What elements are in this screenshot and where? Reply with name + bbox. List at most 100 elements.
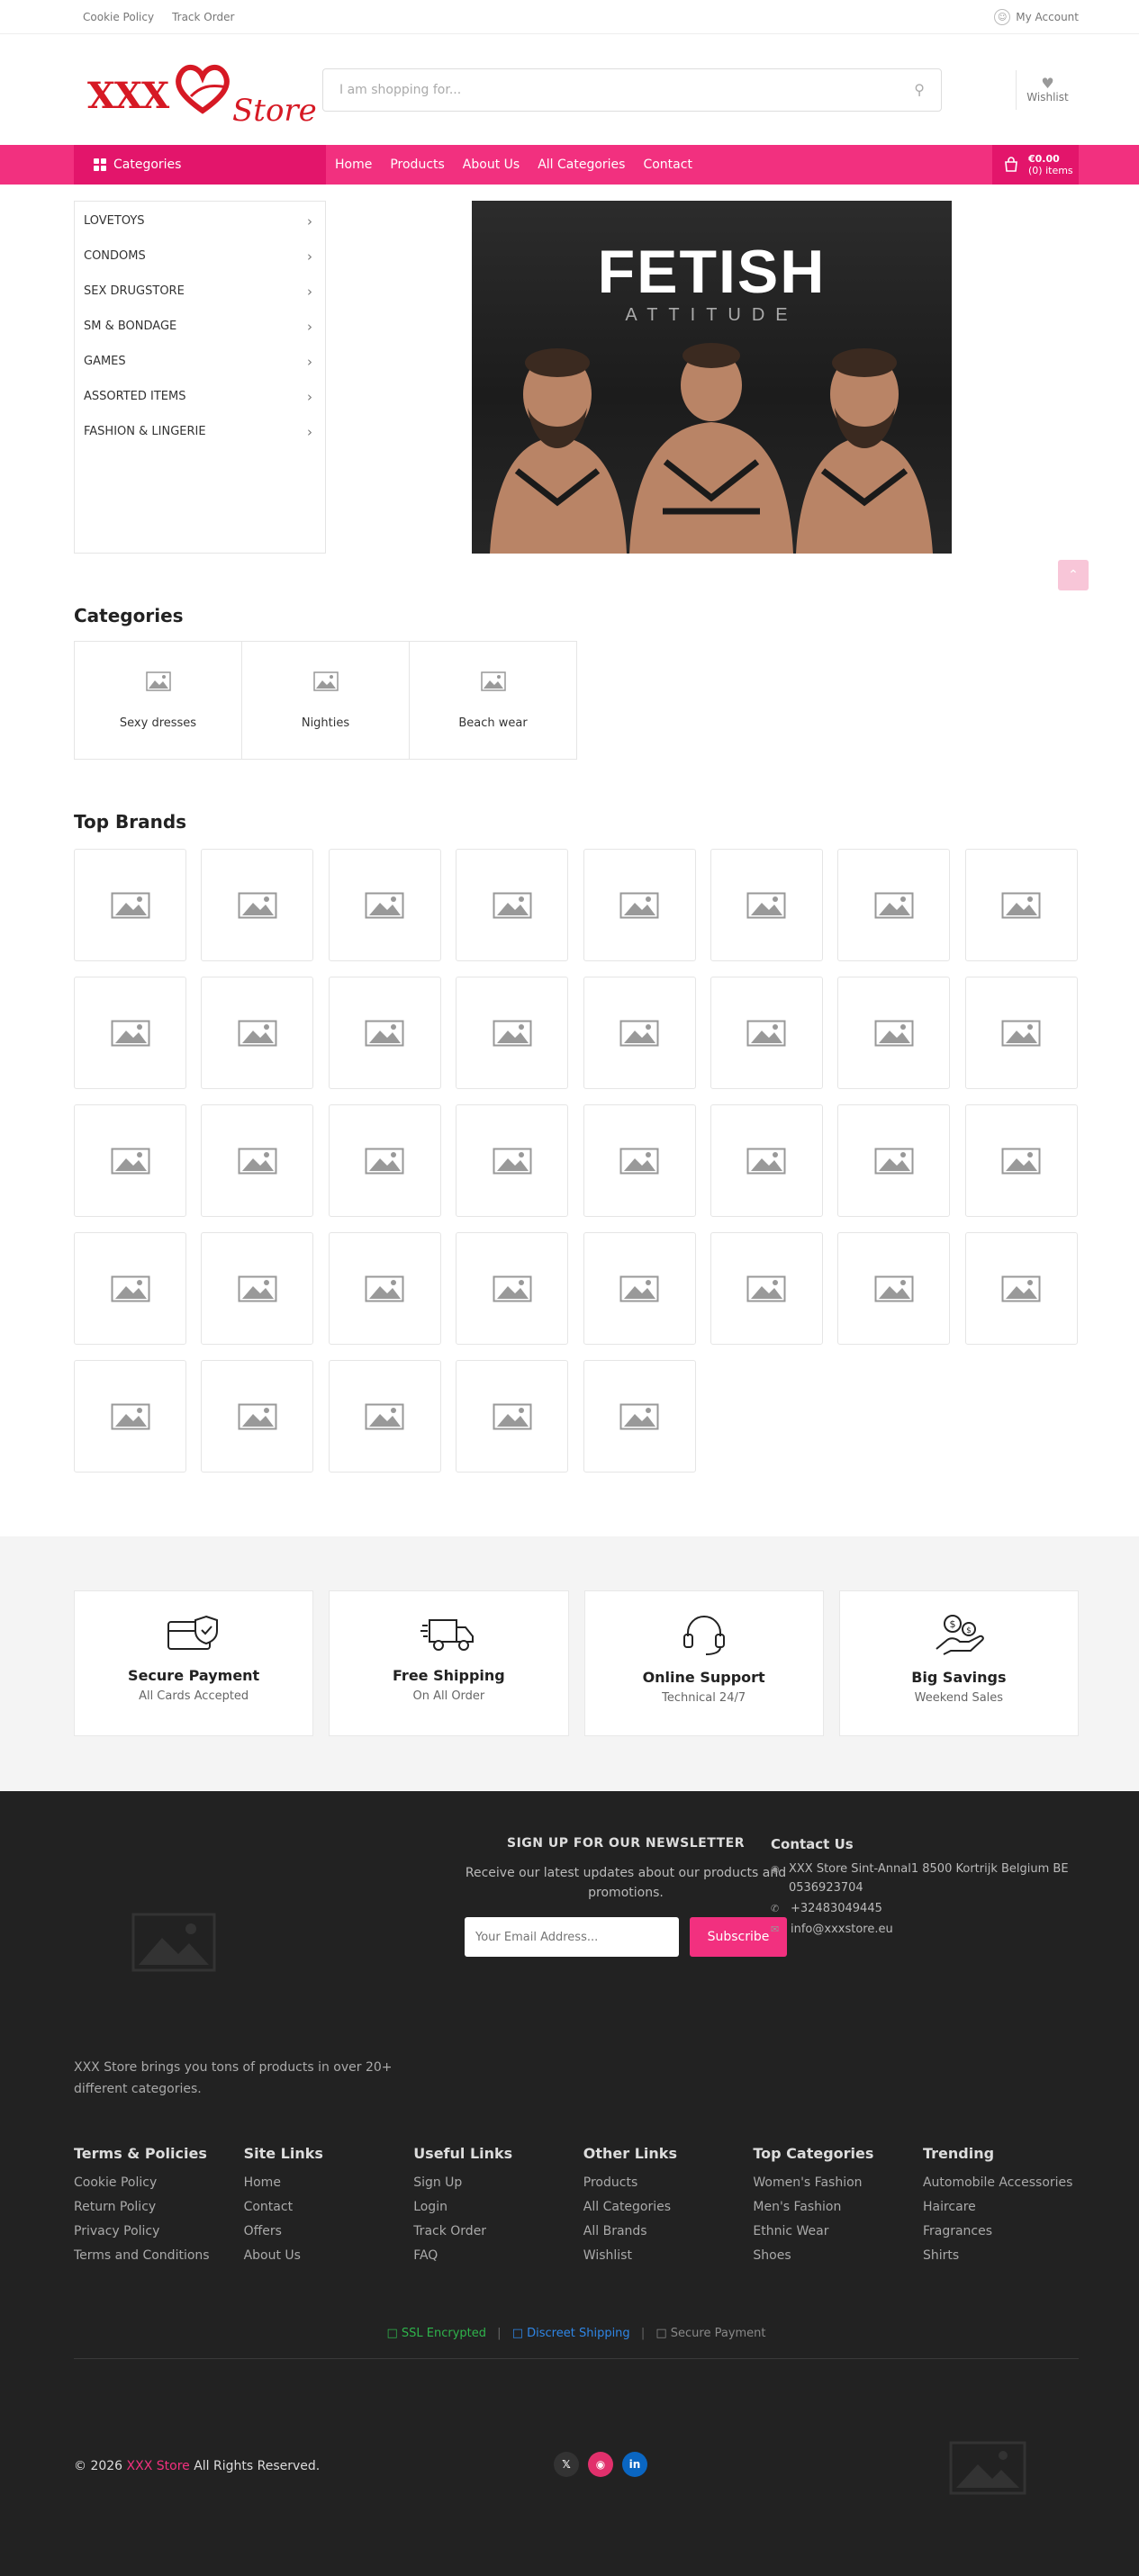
brand-card[interactable] [837, 849, 951, 961]
brand-card[interactable] [74, 1360, 186, 1473]
footer-link[interactable]: Contact [244, 2195, 414, 2220]
contact-phone[interactable]: +32483049445 [791, 1899, 882, 1918]
footer-link[interactable]: Women's Fashion [753, 2171, 923, 2195]
brand-card[interactable] [328, 1360, 441, 1473]
nav-link-about-us[interactable]: About Us [463, 158, 520, 172]
footer-link[interactable]: Privacy Policy [74, 2220, 244, 2244]
sidebar-item-sm-bondage[interactable]: SM & BONDAGE › [75, 309, 325, 344]
sidebar-item-lovetoys[interactable]: LOVETOYS › [75, 203, 325, 239]
footer-link[interactable]: Men's Fashion [753, 2195, 923, 2220]
brand-card[interactable] [964, 849, 1078, 961]
brand-card[interactable] [328, 1232, 441, 1345]
newsletter-email-input[interactable] [465, 1917, 679, 1957]
brand-card[interactable] [964, 1232, 1078, 1345]
footer-link[interactable]: Return Policy [74, 2195, 244, 2220]
footer-link[interactable]: Wishlist [583, 2244, 754, 2268]
brand-card[interactable] [583, 1232, 696, 1345]
brand-card[interactable] [328, 849, 441, 961]
footer-link[interactable]: All Brands [583, 2220, 754, 2244]
footer-link[interactable]: Automobile Accessories [923, 2171, 1093, 2195]
footer-link[interactable]: Ethnic Wear [753, 2220, 923, 2244]
header: XXX Store ⚲ ♥ Wishlist [0, 34, 1139, 145]
wishlist-button[interactable]: ♥ Wishlist [1016, 69, 1079, 110]
brand-card[interactable] [837, 1104, 951, 1217]
x-twitter-icon[interactable]: 𝕏 [554, 2452, 579, 2477]
footer-link[interactable]: About Us [244, 2244, 414, 2268]
footer-link[interactable]: Haircare [923, 2195, 1093, 2220]
brand-card[interactable] [74, 849, 186, 961]
search-icon[interactable]: ⚲ [914, 81, 925, 98]
site-logo[interactable]: XXX Store [74, 41, 317, 140]
sidebar-item-condoms[interactable]: CONDOMS › [75, 239, 325, 274]
brand-card[interactable] [710, 1232, 823, 1345]
brand-card[interactable] [201, 977, 314, 1089]
brand-card[interactable] [201, 1232, 314, 1345]
brand-card[interactable] [201, 1360, 314, 1473]
nav-link-all-categories[interactable]: All Categories [538, 158, 625, 172]
brand-card[interactable] [583, 1104, 696, 1217]
categories-menu-button[interactable]: Categories [74, 145, 326, 185]
linkedin-icon[interactable]: in [622, 2452, 647, 2477]
footer-link[interactable]: Track Order [413, 2220, 583, 2244]
footer-link[interactable]: All Categories [583, 2195, 754, 2220]
brand-card[interactable] [837, 1232, 951, 1345]
brand-card[interactable] [964, 1104, 1078, 1217]
nav-link-contact[interactable]: Contact [643, 158, 692, 172]
contact-email[interactable]: info@xxxstore.eu [791, 1920, 893, 1939]
sidebar-item-games[interactable]: GAMES › [75, 344, 325, 379]
brand-card[interactable] [74, 1232, 186, 1345]
footer-link[interactable]: Terms and Conditions [74, 2244, 244, 2268]
brand-card[interactable] [710, 849, 823, 961]
brand-card[interactable] [201, 1104, 314, 1217]
scroll-to-top-button[interactable]: ⌃ [1058, 560, 1089, 590]
category-card-sexy-dresses[interactable]: Sexy dresses [74, 641, 242, 760]
feature-free-shipping: Free Shipping On All Order [329, 1590, 569, 1736]
brand-card[interactable] [964, 977, 1078, 1089]
brand-card[interactable] [456, 849, 569, 961]
brand-card[interactable] [328, 1104, 441, 1217]
cart-item-count: (0) items [1028, 165, 1073, 176]
brand-card[interactable] [74, 1104, 186, 1217]
cookie-policy-link[interactable]: Cookie Policy [83, 11, 154, 23]
footer-link[interactable]: Cookie Policy [74, 2171, 244, 2195]
brand-card[interactable] [837, 977, 951, 1089]
brand-card[interactable] [456, 977, 569, 1089]
footer-link[interactable]: FAQ [413, 2244, 583, 2268]
sidebar-item-assorted-items[interactable]: ASSORTED ITEMS › [75, 379, 325, 414]
footer-link[interactable]: Fragrances [923, 2220, 1093, 2244]
my-account-link[interactable]: ☺ My Account [994, 9, 1079, 25]
instagram-icon[interactable]: ◉ [588, 2452, 613, 2477]
sidebar-item-sex-drugstore[interactable]: SEX DRUGSTORE › [75, 274, 325, 309]
nav-link-home[interactable]: Home [335, 158, 372, 172]
sidebar-item-fashion-lingerie[interactable]: FASHION & LINGERIE › [75, 414, 325, 449]
nav-link-products[interactable]: Products [390, 158, 444, 172]
footer-link[interactable]: Offers [244, 2220, 414, 2244]
hero-banner[interactable]: FETISH ATTITUDE [472, 201, 952, 554]
newsletter-section: SIGN UP FOR OUR NEWSLETTER Receive our l… [428, 1836, 824, 1957]
footer-link[interactable]: Products [583, 2171, 754, 2195]
brand-card[interactable] [201, 849, 314, 961]
brand-card[interactable] [328, 977, 441, 1089]
footer-link[interactable]: Home [244, 2171, 414, 2195]
wishlist-label: Wishlist [1026, 90, 1069, 104]
brand-card[interactable] [456, 1232, 569, 1345]
footer-link[interactable]: Login [413, 2195, 583, 2220]
brand-card[interactable] [456, 1104, 569, 1217]
brand-card[interactable] [583, 1360, 696, 1473]
copyright-brand-link[interactable]: XXX Store [127, 2459, 190, 2473]
brand-card[interactable] [456, 1360, 569, 1473]
search-input[interactable] [339, 82, 915, 97]
brand-card[interactable] [710, 977, 823, 1089]
footer-link[interactable]: Sign Up [413, 2171, 583, 2195]
footer-logo-placeholder-icon[interactable] [131, 1913, 216, 1972]
brand-card[interactable] [583, 849, 696, 961]
brand-card[interactable] [710, 1104, 823, 1217]
footer-link[interactable]: Shoes [753, 2244, 923, 2268]
track-order-link[interactable]: Track Order [172, 11, 234, 23]
footer-link[interactable]: Shirts [923, 2244, 1093, 2268]
cart-button[interactable]: €0.00 (0) items [992, 145, 1079, 185]
category-card-beach-wear[interactable]: Beach wear [409, 641, 577, 760]
category-card-nighties[interactable]: Nighties [241, 641, 410, 760]
brand-card[interactable] [583, 977, 696, 1089]
brand-card[interactable] [74, 977, 186, 1089]
